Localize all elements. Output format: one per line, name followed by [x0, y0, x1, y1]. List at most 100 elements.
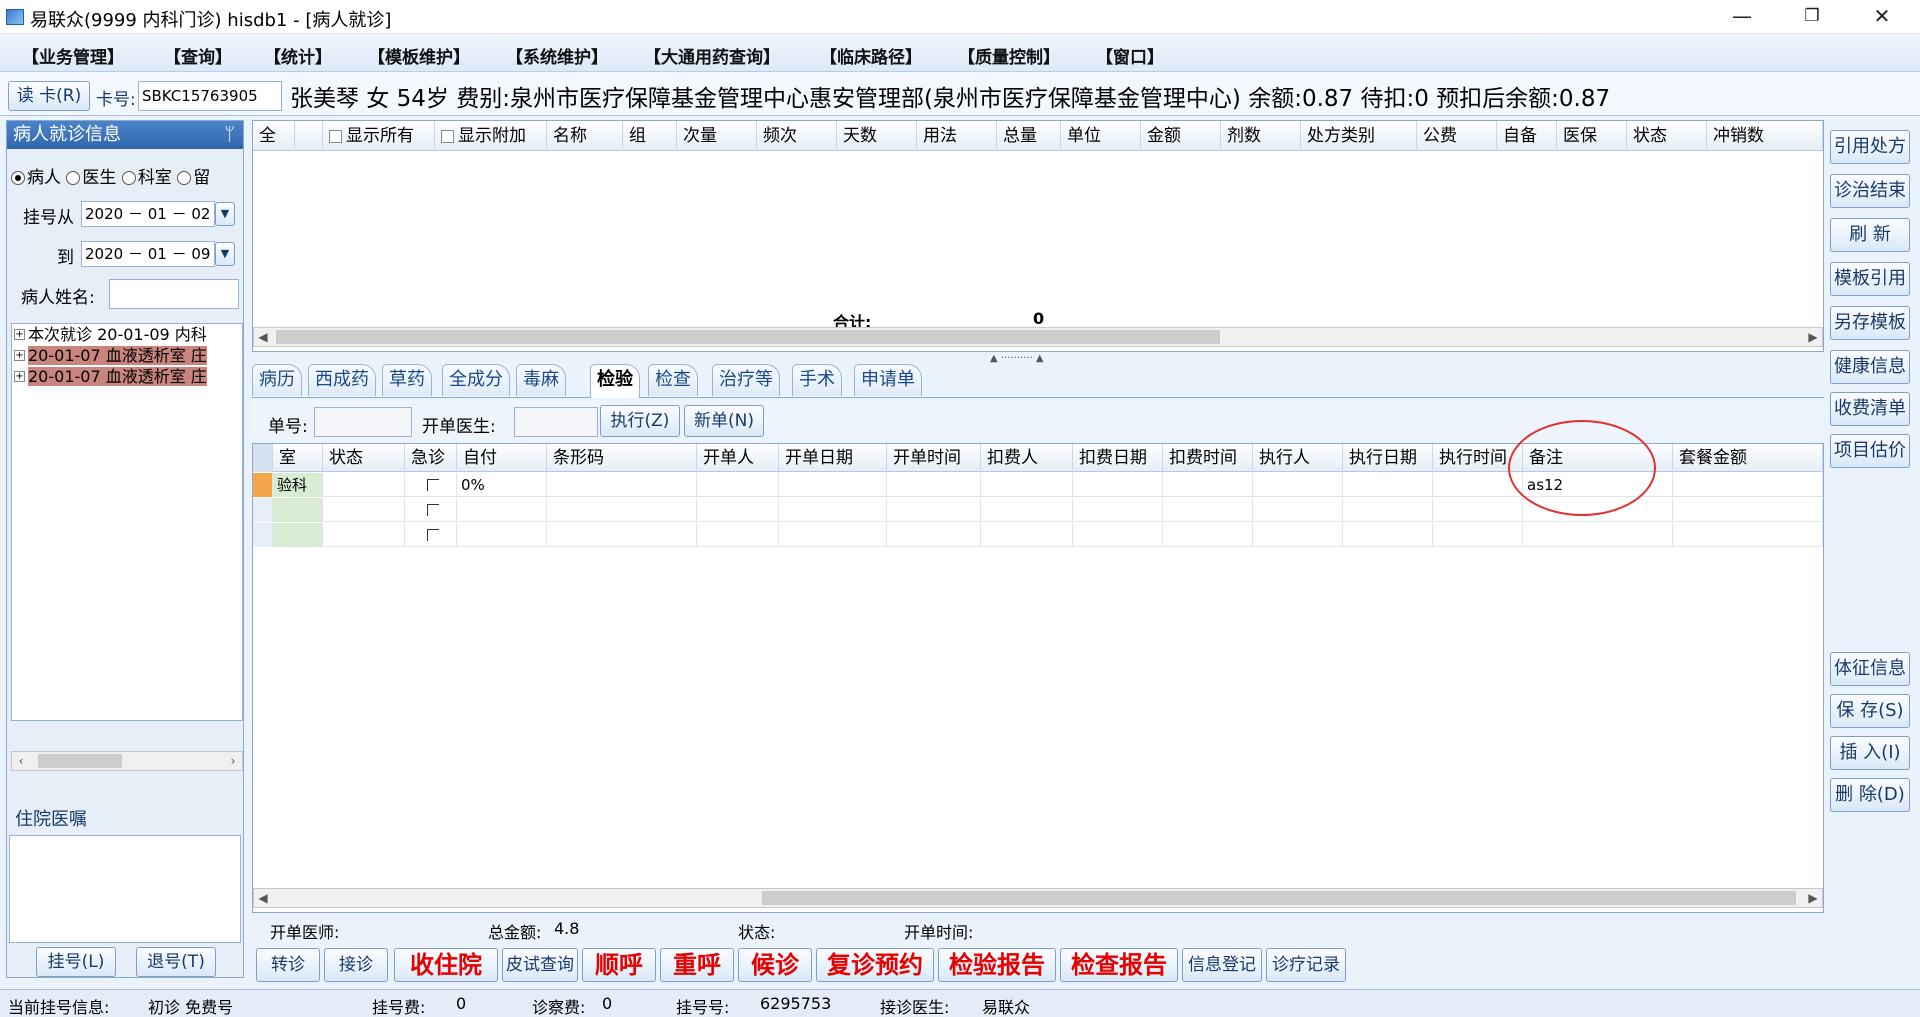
register-button[interactable]: 挂号(L)	[36, 947, 116, 977]
scroll-thumb[interactable]	[276, 330, 1220, 344]
pin-icon[interactable]: ᛘ	[224, 121, 235, 149]
treatment-record-button[interactable]: 诊疗记录	[1266, 948, 1346, 982]
col-charge-time[interactable]: 扣费时间	[1163, 444, 1253, 472]
checkbox-icon[interactable]	[329, 130, 342, 143]
cell-charge-time[interactable]	[1163, 523, 1253, 547]
cell-issue-date[interactable]	[779, 473, 887, 497]
cell-issue-date[interactable]	[779, 498, 887, 522]
tab-application[interactable]: 申请单	[854, 364, 922, 396]
cell-dept[interactable]	[273, 498, 323, 522]
tab-western-drugs[interactable]: 西成药	[308, 364, 376, 396]
tab-narcotics[interactable]: 毒麻	[516, 364, 566, 396]
checkbox-icon[interactable]	[441, 130, 454, 143]
charge-list-button[interactable]: 收费清单	[1830, 392, 1910, 426]
radio-department[interactable]: 科室	[121, 168, 172, 188]
cell-issue-time[interactable]	[887, 523, 981, 547]
scroll-thumb[interactable]	[38, 754, 122, 768]
cell-charge-date[interactable]	[1073, 473, 1163, 497]
doctor-input[interactable]	[514, 407, 598, 437]
tab-surgery[interactable]: 手术	[792, 364, 842, 396]
cell-charge-time[interactable]	[1163, 473, 1253, 497]
cell-urgent-checkbox[interactable]	[405, 473, 457, 497]
show-all-checkbox[interactable]: 显示所有	[323, 121, 435, 151]
tab-treatment[interactable]: 治疗等	[712, 364, 780, 396]
row-selector[interactable]	[253, 498, 273, 522]
cell-barcode[interactable]	[547, 498, 697, 522]
scroll-thumb[interactable]	[762, 891, 1796, 905]
col-name[interactable]: 名称	[547, 121, 623, 151]
cell-self-pay[interactable]	[457, 498, 547, 522]
col-total-qty[interactable]: 总量	[997, 121, 1061, 151]
col-exec-date[interactable]: 执行日期	[1343, 444, 1433, 472]
radio-stay[interactable]: 留	[177, 168, 210, 188]
recall-button[interactable]: 重呼	[660, 948, 734, 982]
cell-exec-time[interactable]	[1433, 523, 1523, 547]
accept-button[interactable]: 接诊	[324, 948, 388, 982]
card-no-input[interactable]: SBKC15763905	[138, 81, 282, 111]
tab-examination[interactable]: 检查	[648, 364, 698, 396]
col-charge-date[interactable]: 扣费日期	[1073, 444, 1163, 472]
cell-charge-date[interactable]	[1073, 523, 1163, 547]
cell-remark[interactable]	[1523, 523, 1673, 547]
patient-name-input[interactable]	[109, 279, 239, 309]
scroll-right-icon[interactable]: ›	[224, 752, 242, 770]
cell-charger[interactable]	[981, 523, 1073, 547]
col-dose[interactable]: 次量	[677, 121, 757, 151]
cell-self-pay[interactable]: 0%	[457, 473, 547, 497]
col-writeoff[interactable]: 冲销数	[1707, 121, 1823, 151]
menu-query[interactable]: 【查询】	[164, 43, 232, 68]
show-extra-checkbox[interactable]: 显示附加	[435, 121, 547, 151]
cell-dept[interactable]	[273, 523, 323, 547]
scroll-left-icon[interactable]: ◀	[254, 889, 272, 907]
tab-full-component[interactable]: 全成分	[442, 364, 510, 396]
rx-scrollbar[interactable]: ◀ ▶	[253, 327, 1823, 347]
col-days[interactable]: 天数	[837, 121, 917, 151]
col-issuer[interactable]: 开单人	[697, 444, 779, 472]
menu-business[interactable]: 【业务管理】	[22, 43, 124, 68]
transfer-button[interactable]: 转诊	[256, 948, 320, 982]
menu-statistics[interactable]: 【统计】	[264, 43, 332, 68]
cell-exec-date[interactable]	[1343, 473, 1433, 497]
vital-signs-button[interactable]: 体征信息	[1830, 652, 1910, 686]
cell-exec-time[interactable]	[1433, 498, 1523, 522]
cell-package-amount[interactable]	[1673, 523, 1823, 547]
expand-icon[interactable]: +	[14, 371, 25, 382]
col-issue-date[interactable]: 开单日期	[779, 444, 887, 472]
cell-issuer[interactable]	[697, 473, 779, 497]
menu-quality[interactable]: 【质量控制】	[958, 43, 1060, 68]
radio-patient[interactable]: 病人	[11, 168, 61, 188]
tree-scrollbar[interactable]: ‹ ›	[11, 751, 243, 771]
col-charger[interactable]: 扣费人	[981, 444, 1073, 472]
refresh-button[interactable]: 刷 新	[1830, 218, 1910, 252]
cell-self-pay[interactable]	[457, 523, 547, 547]
cell-issuer[interactable]	[697, 498, 779, 522]
col-package-amount[interactable]: 套餐金额	[1673, 444, 1823, 472]
cell-executor[interactable]	[1253, 473, 1343, 497]
cell-executor[interactable]	[1253, 523, 1343, 547]
menu-window[interactable]: 【窗口】	[1096, 43, 1164, 68]
col-rx-type[interactable]: 处方类别	[1301, 121, 1417, 151]
col-amount[interactable]: 金额	[1141, 121, 1221, 151]
cell-exec-date[interactable]	[1343, 498, 1433, 522]
read-card-button[interactable]: 读 卡(R)	[8, 81, 90, 111]
reg-to-date[interactable]: 2020 － 01 － 09	[81, 241, 215, 267]
insert-button[interactable]: 插 入(I)	[1830, 736, 1910, 770]
tree-item[interactable]: +20-01-07 血液透析室 庄	[12, 366, 242, 387]
expand-icon[interactable]: +	[14, 350, 25, 361]
cell-barcode[interactable]	[547, 473, 697, 497]
expand-icon[interactable]: +	[14, 329, 25, 340]
col-usage[interactable]: 用法	[917, 121, 997, 151]
col-self-supplied[interactable]: 自备	[1497, 121, 1557, 151]
tab-lab-test[interactable]: 检验	[590, 364, 640, 398]
cell-barcode[interactable]	[547, 523, 697, 547]
scroll-right-icon[interactable]: ▶	[1804, 889, 1822, 907]
menu-drug-query[interactable]: 【大通用药查询】	[644, 43, 780, 68]
col-public-fee[interactable]: 公费	[1417, 121, 1497, 151]
save-template-button[interactable]: 另存模板	[1830, 306, 1910, 340]
row-selector[interactable]	[253, 473, 273, 497]
cell-status[interactable]	[323, 523, 405, 547]
cell-issue-time[interactable]	[887, 498, 981, 522]
waiting-button[interactable]: 候诊	[738, 948, 812, 982]
cell-issue-date[interactable]	[779, 523, 887, 547]
cell-charge-date[interactable]	[1073, 498, 1163, 522]
